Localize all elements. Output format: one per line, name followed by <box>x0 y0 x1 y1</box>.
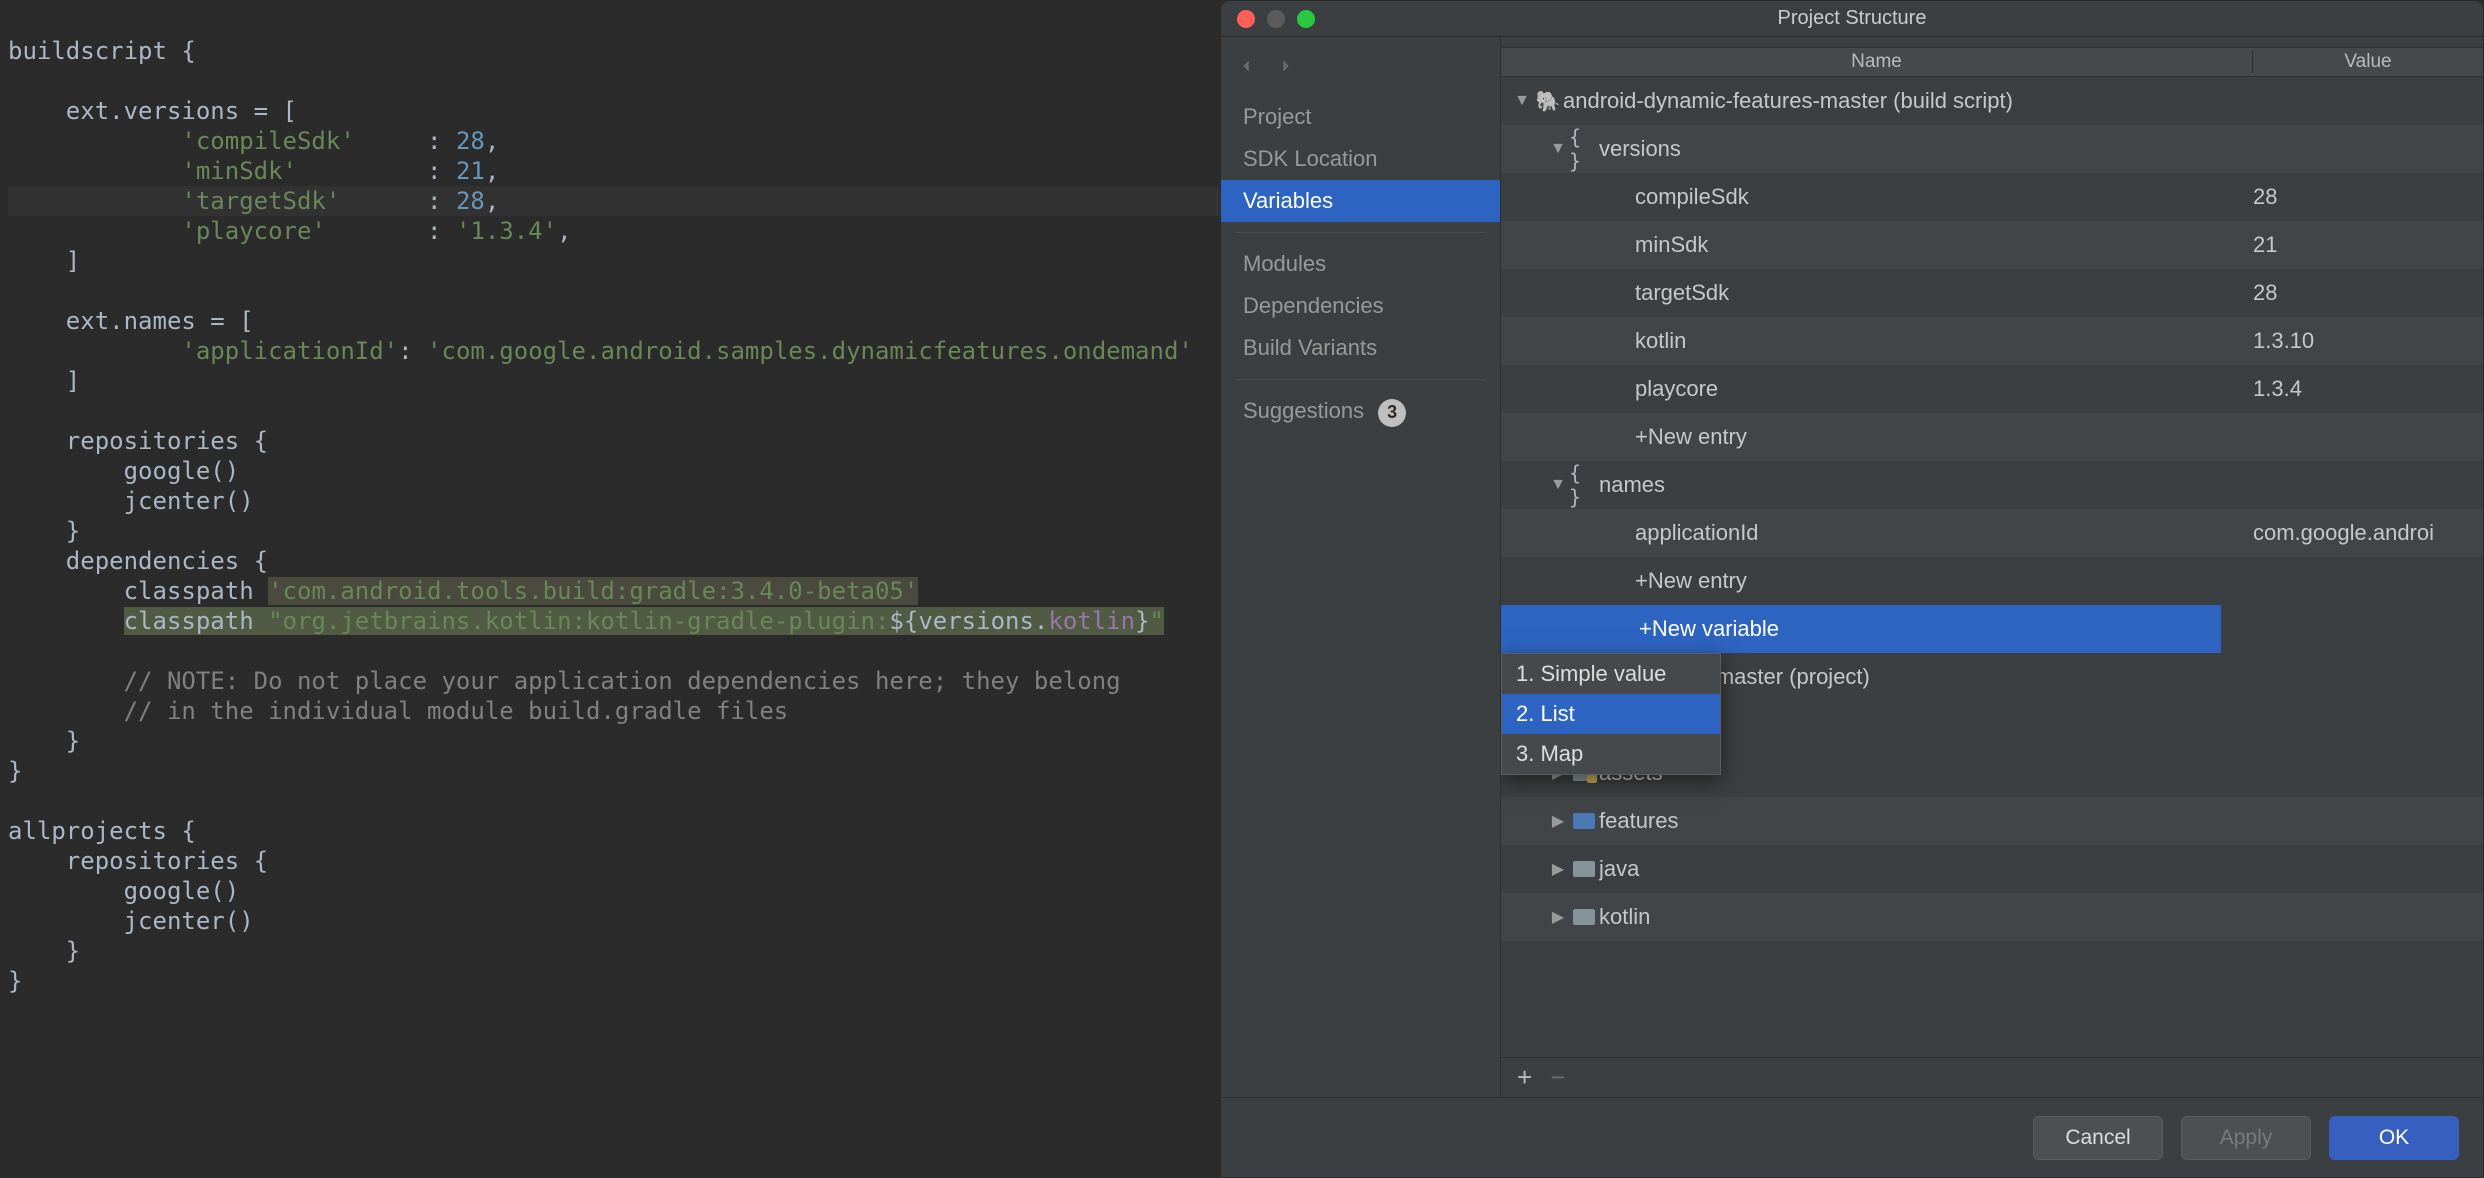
maximize-icon[interactable] <box>1297 10 1315 28</box>
tree-label: kotlin <box>1635 328 2253 354</box>
tree-row[interactable]: ▶ features <box>1501 797 2483 845</box>
minimize-icon[interactable] <box>1267 10 1285 28</box>
columns-header: Name Value <box>1501 47 2483 77</box>
tree-row[interactable]: targetSdk28 <box>1501 269 2483 317</box>
tree-row[interactable]: ▶ java <box>1501 845 2483 893</box>
tree-label: features <box>1599 808 2253 834</box>
tree-label: +New entry <box>1635 424 2253 450</box>
folder-icon <box>1569 909 1599 925</box>
tree-row[interactable]: ▼🐘android-dynamic-features-master (build… <box>1501 77 2483 125</box>
nav-history <box>1221 45 1500 96</box>
folder-icon <box>1569 861 1599 877</box>
apply-button[interactable]: Apply <box>2181 1116 2311 1160</box>
add-icon[interactable]: + <box>1517 1062 1532 1093</box>
tree-label: +New variable <box>1599 616 1991 642</box>
tree-row[interactable]: kotlin1.3.10 <box>1501 317 2483 365</box>
map-icon: { } <box>1569 461 1599 509</box>
badge: 3 <box>1378 399 1406 427</box>
sidebar-item-modules[interactable]: Modules <box>1221 243 1500 285</box>
chevron-right-icon[interactable]: ▶ <box>1547 811 1569 831</box>
dialog-title: Project Structure <box>1221 7 2483 30</box>
tree-value: com.google.androi <box>2253 520 2483 546</box>
sidebar-item-build-variants[interactable]: Build Variants <box>1221 327 1500 369</box>
tree-label: applicationId <box>1635 520 2253 546</box>
tree-row[interactable]: +New entry <box>1501 413 2483 461</box>
tree-row[interactable]: ▼{ }versions <box>1501 125 2483 173</box>
sidebar: ProjectSDK LocationVariables ModulesDepe… <box>1221 37 1501 1097</box>
tree-value: 1.3.10 <box>2253 328 2483 354</box>
column-value[interactable]: Value <box>2253 51 2483 73</box>
tree-value: 28 <box>2253 184 2483 210</box>
tree-row[interactable]: minSdk21 <box>1501 221 2483 269</box>
tree-row[interactable]: applicationIdcom.google.androi <box>1501 509 2483 557</box>
close-icon[interactable] <box>1237 10 1255 28</box>
cancel-button[interactable]: Cancel <box>2033 1116 2163 1160</box>
tree-row[interactable]: compileSdk28 <box>1501 173 2483 221</box>
window-controls <box>1221 10 1315 28</box>
sidebar-item-suggestions[interactable]: Suggestions3 <box>1221 390 1500 435</box>
titlebar: Project Structure <box>1221 1 2483 37</box>
tree-label: names <box>1599 472 2253 498</box>
tree-label: java <box>1599 856 2253 882</box>
variables-tree[interactable]: ▼🐘android-dynamic-features-master (build… <box>1501 77 2483 1057</box>
sidebar-item-variables[interactable]: Variables <box>1221 180 1500 222</box>
tree-row[interactable]: ▶ kotlin <box>1501 893 2483 941</box>
tree-value: 1.3.4 <box>2253 376 2483 402</box>
project-structure-dialog: Project Structure ProjectSDK LocationVar… <box>1220 0 2484 1178</box>
tree-toolbar: + − <box>1501 1057 2483 1097</box>
tree-row[interactable]: ▼{ }names <box>1501 461 2483 509</box>
tree-value: 28 <box>2253 280 2483 306</box>
tree-label: minSdk <box>1635 232 2253 258</box>
tree-label: playcore <box>1635 376 2253 402</box>
tree-value: 21 <box>2253 232 2483 258</box>
tree-label: android-dynamic-features-master (build s… <box>1563 88 2253 114</box>
back-icon[interactable] <box>1235 55 1257 82</box>
gradle-icon: 🐘 <box>1533 89 1563 114</box>
popup-item[interactable]: 1. Simple value <box>1502 654 1720 694</box>
sidebar-item-project[interactable]: Project <box>1221 96 1500 138</box>
folder-icon <box>1569 813 1599 829</box>
divider <box>1235 232 1486 233</box>
dialog-footer: Cancel Apply OK <box>1221 1097 2483 1177</box>
popup-item[interactable]: 3. Map <box>1502 734 1720 774</box>
popup-item[interactable]: 2. List <box>1502 694 1720 734</box>
divider <box>1235 379 1486 380</box>
map-icon: { } <box>1569 125 1599 173</box>
tree-row[interactable]: playcore1.3.4 <box>1501 365 2483 413</box>
tree-label: kotlin <box>1599 904 2253 930</box>
remove-icon[interactable]: − <box>1550 1062 1565 1093</box>
chevron-down-icon[interactable]: ▼ <box>1547 140 1569 158</box>
forward-icon[interactable] <box>1275 55 1297 82</box>
chevron-right-icon[interactable]: ▶ <box>1547 907 1569 927</box>
new-variable-popup: 1. Simple value2. List3. Map <box>1501 653 1721 775</box>
sidebar-item-dependencies[interactable]: Dependencies <box>1221 285 1500 327</box>
tree-label: compileSdk <box>1635 184 2253 210</box>
tree-row[interactable]: +New variable <box>1501 605 2221 653</box>
ok-button[interactable]: OK <box>2329 1116 2459 1160</box>
tree-row[interactable]: +New entry <box>1501 557 2483 605</box>
tree-label: targetSdk <box>1635 280 2253 306</box>
variables-panel: Name Value ▼🐘android-dynamic-features-ma… <box>1501 37 2483 1097</box>
tree-label: +New entry <box>1635 568 2253 594</box>
chevron-right-icon[interactable]: ▶ <box>1547 859 1569 879</box>
column-name[interactable]: Name <box>1501 51 2253 73</box>
code-editor[interactable]: buildscript { ext.versions = [ 'compileS… <box>0 0 1220 1178</box>
sidebar-item-sdk-location[interactable]: SDK Location <box>1221 138 1500 180</box>
tree-label: versions <box>1599 136 2253 162</box>
chevron-down-icon[interactable]: ▼ <box>1511 92 1533 110</box>
chevron-down-icon[interactable]: ▼ <box>1547 476 1569 494</box>
